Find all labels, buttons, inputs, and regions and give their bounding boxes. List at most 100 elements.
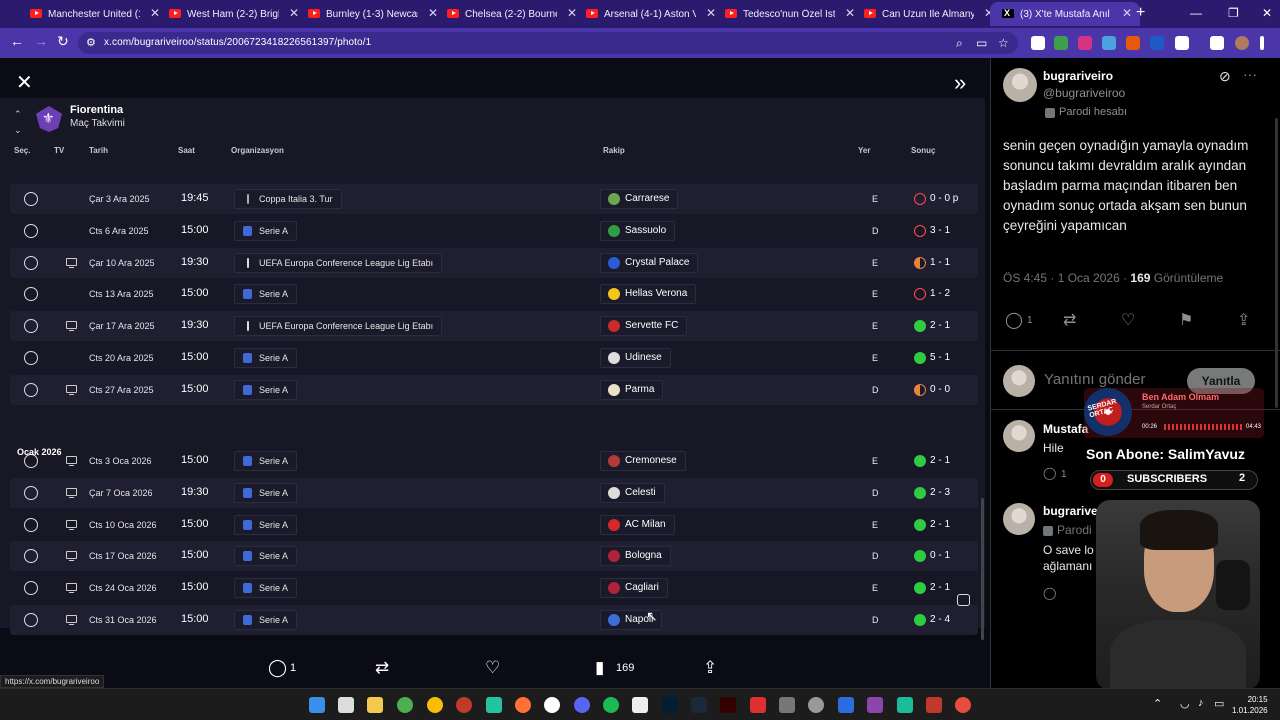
app-icon[interactable] [544,697,560,713]
app-icon[interactable] [926,697,942,713]
fixture-row[interactable]: Cts 6 Ara 2025 15:00 Serie A Sassuolo D 3 - 1 [10,216,978,246]
fixture-competition[interactable]: Serie A [234,483,298,503]
settings-gear-icon[interactable] [808,697,824,713]
cast-icon[interactable]: ▭ [976,36,987,50]
app-icon[interactable] [955,697,971,713]
fixture-opponent[interactable]: Hellas Verona [600,284,697,304]
reply-icon[interactable]: ◯ [1005,310,1023,330]
reply-input[interactable]: Yanıtını gönder [1044,371,1145,388]
fixture-row[interactable]: Cts 3 Oca 2026 15:00 Serie A Cremonese E 2 - … [10,446,978,476]
app-icon[interactable] [486,697,502,713]
tab-west-ham[interactable]: West Ham (2-2) Brighton |✕ [157,2,307,26]
fixture-competition[interactable]: Serie A [234,546,298,566]
battery-icon[interactable]: ▭ [1214,697,1224,710]
like-heart-icon[interactable]: ♡ [485,658,500,678]
fixture-competition[interactable]: Coppa Italia 3. Tur [234,189,342,209]
select-radio[interactable] [24,549,38,563]
fixture-opponent[interactable]: Cremonese [600,451,686,471]
tab-chelsea[interactable]: Chelsea (2-2) Bournemouth✕ [435,2,585,26]
more-options-icon[interactable]: ··· [1243,66,1257,82]
acrobat-icon[interactable] [750,697,766,713]
spotify-icon[interactable] [603,697,619,713]
football-manager-icon[interactable] [897,697,913,713]
select-radio[interactable] [24,256,38,270]
tweet-timestamp[interactable]: ÖS 4:45 · 1 Oca 2026 · [1003,271,1127,285]
extension-icon[interactable] [1054,36,1068,50]
author-handle[interactable]: @bugrariveiroo [1043,86,1125,100]
select-radio[interactable] [24,351,38,365]
fixture-row[interactable]: Çar 10 Ara 2025 19:30 UEFA Europa Conferen… [10,248,978,278]
fixture-opponent[interactable]: Carrarese [600,189,679,209]
like-heart-icon[interactable]: ♡ [1121,310,1135,330]
tab-burnley[interactable]: Burnley (1-3) Newcastle |✕ [296,2,446,26]
fixture-competition[interactable]: Serie A [234,578,298,598]
avatar[interactable] [1003,68,1037,102]
fixture-competition[interactable]: UEFA Europa Conference League Lig Etabı [234,316,443,336]
obs-icon[interactable] [632,697,648,713]
opera-icon[interactable] [456,697,472,713]
close-window-icon[interactable]: ✕ [1262,6,1272,20]
file-explorer-icon[interactable] [367,697,383,713]
reading-list-icon[interactable] [1210,36,1224,50]
fixture-row[interactable]: Cts 27 Ara 2025 15:00 Serie A Parma D 0 - 0 [10,375,978,405]
fixture-opponent[interactable]: Servette FC [600,316,688,336]
chrome-icon[interactable] [427,697,443,713]
fixture-opponent[interactable]: Celesti [600,483,665,503]
fixture-competition[interactable]: Serie A [234,451,298,471]
author-name[interactable]: bugrariveiro [1043,69,1113,83]
restore-icon[interactable]: ❐ [1228,6,1239,20]
fixture-opponent[interactable]: Bologna [600,546,671,566]
profile-avatar[interactable] [1235,36,1249,50]
avatar[interactable] [1003,503,1035,535]
windows-start-icon[interactable] [309,697,325,713]
fixture-row[interactable]: Cts 10 Oca 2026 15:00 Serie A AC Milan E 2 - … [10,510,978,540]
chrome-icon[interactable] [397,697,413,713]
close-tab-icon[interactable]: ✕ [1122,6,1132,20]
new-tab-icon[interactable]: + [1136,4,1145,22]
fixture-opponent[interactable]: AC Milan [600,515,675,535]
reply-icon[interactable]: ◯ [1043,586,1056,600]
chevron-double-right-icon[interactable]: » [954,70,966,96]
app-icon[interactable] [779,697,795,713]
fixture-opponent[interactable]: Crystal Palace [600,253,699,273]
firefox-icon[interactable] [515,697,531,713]
reply-icon[interactable]: ◯ [1043,466,1056,480]
select-radio[interactable] [24,224,38,238]
back-icon[interactable]: ← [10,33,24,49]
select-radio[interactable] [24,581,38,595]
fixture-row[interactable]: Cts 13 Ara 2025 15:00 Serie A Hellas Verona… [10,279,978,309]
site-info-icon[interactable]: ⚙ [86,36,96,49]
fixture-opponent[interactable]: Sassuolo [600,221,676,241]
tab-tedesco[interactable]: Tedesco'nun Özel İsteği: A✕ [713,2,863,26]
fixture-competition[interactable]: Serie A [234,380,298,400]
fixture-competition[interactable]: Serie A [234,284,298,304]
switch-club-arrows[interactable]: ⌃ ⌄ [14,106,22,138]
network-icon[interactable]: ◡ [1180,697,1190,710]
fixture-opponent[interactable]: Udinese [600,348,671,368]
scrollbar[interactable] [1275,118,1278,408]
extension-icon[interactable] [1031,36,1045,50]
grok-icon[interactable]: ⊘ [1219,68,1231,85]
fixture-competition[interactable]: Serie A [234,221,298,241]
bookmark-star-icon[interactable]: ☆ [998,36,1009,50]
fixture-opponent[interactable]: Parma [600,380,664,400]
tab-can-uzun[interactable]: Can Uzun İle Almanya'da✕ [852,2,1002,26]
select-radio[interactable] [24,383,38,397]
extension-icon[interactable] [1150,36,1164,50]
app-icon[interactable] [838,697,854,713]
extensions-puzzle-icon[interactable] [1175,36,1189,50]
tab-manchester-united[interactable]: Manchester United (1-1) Wo✕ [18,2,168,26]
steam-icon[interactable] [691,697,707,713]
select-radio[interactable] [24,287,38,301]
tab-arsenal[interactable]: Arsenal (4-1) Aston Villa |✕ [574,2,724,26]
volume-icon[interactable]: ♪ [1198,697,1204,709]
fixture-competition[interactable]: Serie A [234,348,298,368]
repost-icon[interactable]: ⇄ [375,658,389,678]
image-edit-icon[interactable] [957,594,970,606]
fixture-competition[interactable]: Serie A [234,515,298,535]
photoshop-icon[interactable] [662,697,678,713]
fixture-row[interactable]: Cts 17 Oca 2026 15:00 Serie A Bologna D 0 - 1 [10,541,978,571]
reload-icon[interactable]: ↻ [57,33,69,50]
select-radio[interactable] [24,613,38,627]
discord-icon[interactable] [574,697,590,713]
